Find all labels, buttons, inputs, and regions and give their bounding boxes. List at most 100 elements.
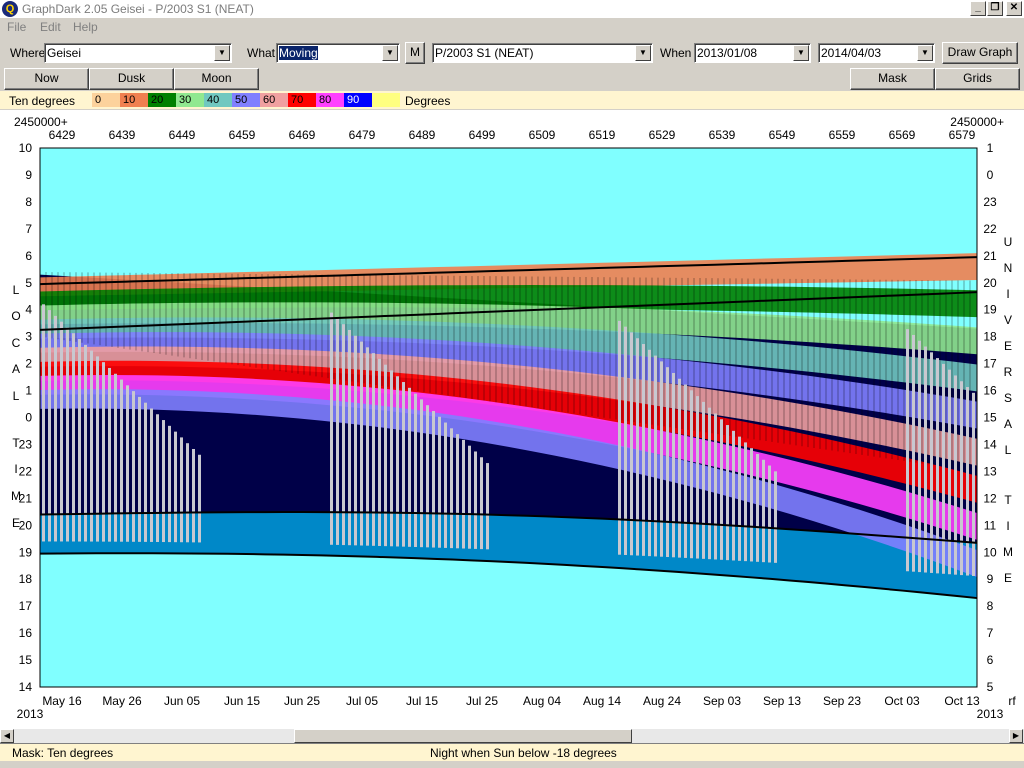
moon-bar	[450, 428, 453, 549]
date-tick-label: Jul 05	[346, 694, 378, 708]
moon-bar	[180, 437, 183, 543]
chevron-down-icon[interactable]: ▼	[214, 45, 230, 61]
menu-help[interactable]: Help	[73, 20, 98, 34]
status-night: Night when Sun below -18 degrees	[430, 746, 617, 760]
scroll-left-icon[interactable]: ◀	[0, 729, 14, 743]
jd-tick-label: 6449	[169, 128, 196, 142]
left-axis-tick: 18	[19, 572, 33, 586]
right-axis-tick: 22	[983, 222, 997, 236]
moon-bar	[690, 390, 693, 559]
scroll-right-icon[interactable]: ▶	[1009, 729, 1023, 743]
moon-bar	[744, 442, 747, 562]
m-button[interactable]: M	[405, 42, 425, 64]
legend-step: 60	[260, 93, 288, 107]
right-axis-tick: 1	[987, 141, 994, 155]
left-axis-tick: 17	[19, 599, 33, 613]
moon-bar	[78, 339, 81, 542]
date-tick-label: Sep 03	[703, 694, 741, 708]
right-axis-tick: 23	[983, 195, 997, 209]
legend-step	[372, 93, 400, 107]
left-axis-tick: 2	[25, 357, 32, 371]
window-title: GraphDark 2.05 Geisei - P/2003 S1 (NEAT)	[22, 2, 254, 16]
grids-button[interactable]: Grids	[935, 68, 1020, 90]
moon-bar	[966, 387, 969, 576]
mask-button[interactable]: Mask	[850, 68, 935, 90]
scrollbar-thumb[interactable]	[294, 729, 632, 743]
legend-step: 40	[204, 93, 232, 107]
moon-bar	[756, 453, 759, 562]
now-button[interactable]: Now	[4, 68, 89, 90]
left-axis-tick: 4	[25, 303, 32, 317]
legend-step: 70	[288, 93, 316, 107]
right-axis-tick: 16	[983, 384, 997, 398]
what-label: What	[247, 46, 276, 60]
legend-unit: Degrees	[405, 94, 451, 108]
moon-bar	[642, 344, 645, 556]
date-tick-label: Aug 14	[583, 694, 621, 708]
restore-icon[interactable]: ❐	[987, 1, 1003, 16]
moon-bar	[54, 315, 57, 542]
moon-button[interactable]: Moon	[174, 68, 259, 90]
moon-bar	[972, 392, 975, 576]
object-select[interactable]: P/2003 S1 (NEAT) ▼	[432, 43, 653, 63]
moon-bar	[432, 410, 435, 548]
minimize-icon[interactable]: _	[970, 1, 986, 16]
right-axis-title-letter: S	[1004, 391, 1012, 405]
end-date-select[interactable]: 2014/04/03 ▼	[818, 43, 935, 63]
moon-bar	[948, 369, 951, 575]
chart-area: 2450000+ 2450000+ 6429 May 16 6439 May 26 6449…	[0, 110, 1024, 730]
right-axis-title-letter: I	[1006, 287, 1009, 301]
chevron-down-icon[interactable]: ▼	[917, 45, 933, 61]
left-axis-tick: 3	[25, 330, 32, 344]
right-axis-title-letter: E	[1004, 339, 1012, 353]
close-icon[interactable]: ✕	[1006, 1, 1022, 16]
draw-graph-button[interactable]: Draw Graph	[942, 42, 1018, 64]
moon-bar	[114, 373, 117, 542]
where-select[interactable]: Geisei ▼	[44, 43, 232, 63]
moon-bar	[66, 327, 69, 542]
start-date-select[interactable]: 2013/01/08 ▼	[694, 43, 811, 63]
legend-step: 20	[148, 93, 176, 107]
moon-bar	[126, 385, 129, 542]
jd-tick-label: 6459	[229, 128, 256, 142]
moon-bar	[732, 430, 735, 561]
date-tick-label: Sep 23	[823, 694, 861, 708]
right-axis-tick: 10	[983, 545, 997, 559]
date-tick-label: May 26	[102, 694, 142, 708]
moon-bar	[48, 310, 51, 542]
legend-step: 80	[316, 93, 344, 107]
moon-bar	[648, 349, 651, 557]
right-axis-title-letter: L	[1005, 443, 1012, 457]
right-axis-tick: 5	[987, 680, 994, 694]
date-tick-label: Oct 03	[884, 694, 920, 708]
year-label-right: 2013	[977, 707, 1004, 721]
moon-bar	[462, 439, 465, 549]
right-axis-tick: 13	[983, 464, 997, 478]
moon-bar	[696, 396, 699, 559]
moon-bar	[174, 431, 177, 543]
moon-bar	[708, 407, 711, 560]
date-tick-label: Jun 25	[284, 694, 320, 708]
chevron-down-icon[interactable]: ▼	[382, 45, 398, 61]
right-axis-tick: 20	[983, 276, 997, 290]
right-axis-tick: 19	[983, 303, 997, 317]
moon-bar	[468, 445, 471, 549]
menu-file[interactable]: File	[7, 20, 26, 34]
left-axis-tick: 1	[25, 384, 32, 398]
horizontal-scrollbar[interactable]: ◀ ▶	[0, 729, 1024, 743]
menu-edit[interactable]: Edit	[40, 20, 61, 34]
moon-bar	[738, 436, 741, 561]
dusk-button[interactable]: Dusk	[89, 68, 174, 90]
moon-bar	[762, 459, 765, 563]
legend-bar: Ten degrees 0 10 20 30 40 50 60 70 80 90 Degrees	[0, 91, 1024, 109]
moon-bar	[456, 434, 459, 549]
year-label-left: 2013	[17, 707, 44, 721]
what-select[interactable]: Moving ▼	[276, 43, 400, 63]
chevron-down-icon[interactable]: ▼	[793, 45, 809, 61]
moon-bar	[954, 375, 957, 575]
right-axis-tick: 9	[987, 572, 994, 586]
moon-bar	[186, 443, 189, 543]
chevron-down-icon[interactable]: ▼	[635, 45, 651, 61]
jd-tick-label: 6549	[769, 128, 796, 142]
left-axis-title-letter: L	[13, 283, 20, 297]
